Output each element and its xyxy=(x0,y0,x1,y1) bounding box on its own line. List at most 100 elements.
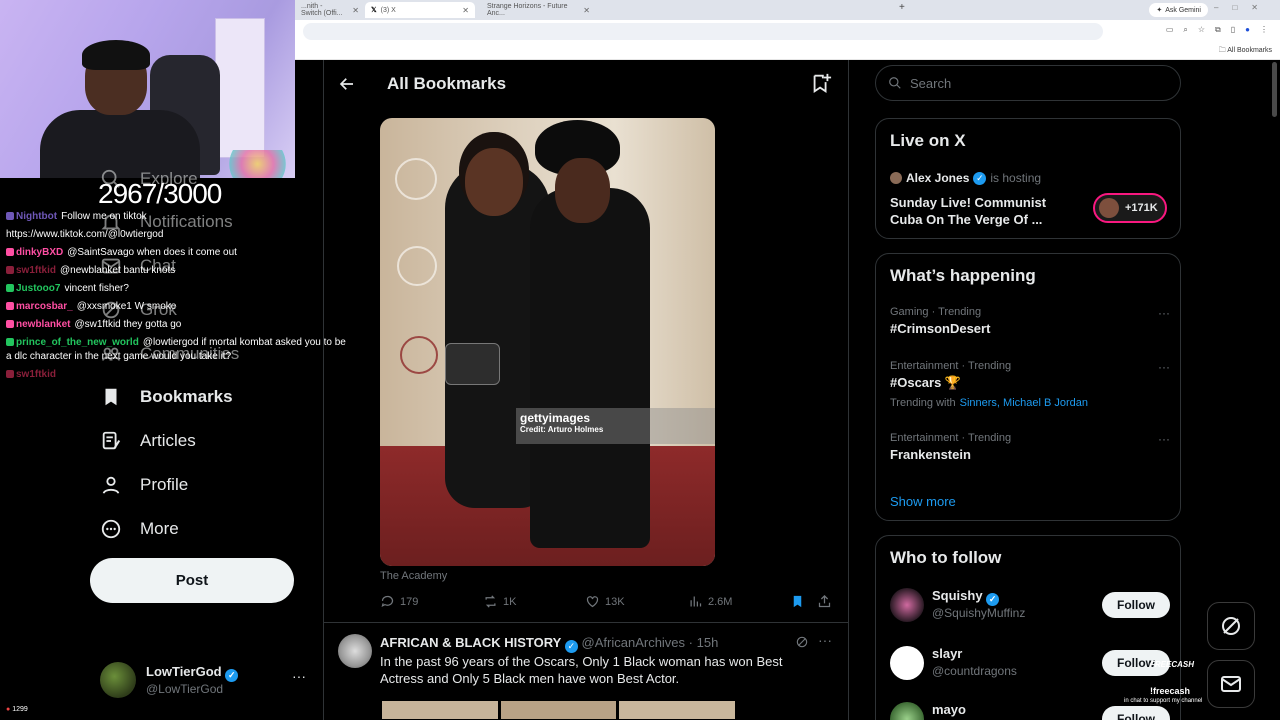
share-button[interactable] xyxy=(817,594,832,609)
tweet-timestamp[interactable]: · 15h xyxy=(689,635,719,650)
tweet-image-tile[interactable] xyxy=(381,700,499,720)
chat-message: dinkyBXD @SaintSavago when does it come o… xyxy=(6,244,351,262)
space-title[interactable]: Sunday Live! Communist Cuba On The Verge… xyxy=(890,194,1070,228)
bookmarks-bar: 🗀 All Bookmarks xyxy=(295,43,1280,60)
follow-suggestion[interactable]: slayr @countdragons Follow xyxy=(890,646,1170,686)
ask-gemini-label: Ask Gemini xyxy=(1165,6,1201,14)
trend-meta: Entertainment · Trending xyxy=(890,432,1012,444)
close-icon[interactable]: ✕ xyxy=(583,6,590,15)
trend-topic: #CrimsonDesert xyxy=(890,321,991,336)
menu-icon[interactable]: ⋮ xyxy=(1260,25,1268,35)
sparkle-icon: ✦ xyxy=(1156,7,1163,14)
follow-suggestion[interactable]: mayo Follow xyxy=(890,702,1170,720)
grok-icon xyxy=(1222,617,1240,635)
photo-credit: Credit: Arturo Holmes xyxy=(520,425,604,434)
webcam-streamer-hair xyxy=(82,40,150,70)
address-bar-row: ▭ ⌕ ☆ ⧉ ▯ ● ⋮ xyxy=(295,20,1280,43)
follow-suggestion[interactable]: Squishy ✓ @SquishyMuffinz Follow xyxy=(890,588,1170,628)
close-icon[interactable]: ✕ xyxy=(462,6,469,15)
nav-more[interactable]: More xyxy=(100,518,179,540)
post-button[interactable]: Post xyxy=(90,558,294,603)
views-button[interactable]: 2.6M xyxy=(688,594,732,609)
more-dots-icon[interactable]: ··· xyxy=(292,668,306,684)
grok-fab[interactable] xyxy=(1207,602,1255,650)
grok-explain-icon[interactable] xyxy=(795,635,809,649)
zoom-icon[interactable]: ⌕ xyxy=(1183,25,1187,35)
all-bookmarks-label: All Bookmarks xyxy=(1227,47,1272,54)
page-scrollbar[interactable] xyxy=(1272,62,1277,117)
nav-articles[interactable]: Articles xyxy=(100,430,196,452)
new-tab-button[interactable]: + xyxy=(899,2,905,13)
tweet-author-handle[interactable]: @AfricanArchives xyxy=(582,635,686,650)
hosting-label: is hosting xyxy=(990,171,1042,185)
who-to-follow-card: Who to follow Squishy ✓ @SquishyMuffinz … xyxy=(875,535,1181,720)
cast-icon[interactable]: ▭ xyxy=(1166,25,1174,35)
bookmark-button[interactable] xyxy=(790,594,805,609)
browser-tab[interactable]: Strange Horizons - Future Anc... ✕ xyxy=(481,2,596,18)
viewer-dot-icon: ● xyxy=(6,706,11,713)
page-title: All Bookmarks xyxy=(387,74,507,93)
more-dots-icon[interactable]: ··· xyxy=(1158,360,1170,374)
mail-icon xyxy=(1221,676,1241,692)
viewer-count-value: 1299 xyxy=(12,706,28,713)
nav-profile-label: Profile xyxy=(140,475,189,494)
close-icon[interactable]: ✕ xyxy=(352,6,359,15)
extensions-icon[interactable]: ⧉ xyxy=(1215,25,1221,35)
browser-tab-active[interactable]: 𝕏 (3) X ✕ xyxy=(365,2,475,18)
back-arrow-icon[interactable] xyxy=(338,75,356,93)
who-to-follow-title: Who to follow xyxy=(890,548,1002,567)
trend-item[interactable]: Entertainment · Trending #Oscars 🏆 Trend… xyxy=(890,360,1170,409)
show-more-link[interactable]: Show more xyxy=(890,494,956,509)
nav-bookmarks-label: Bookmarks xyxy=(140,387,233,406)
star-icon[interactable]: ☆ xyxy=(1198,25,1205,35)
watermark-text: gettyimages xyxy=(520,411,591,425)
more-dots-icon[interactable]: ··· xyxy=(1158,432,1170,446)
tweet-image-tile[interactable] xyxy=(618,700,736,720)
trending-with-links[interactable]: Sinners, Michael B Jordan xyxy=(960,397,1088,409)
chat-badge-icon xyxy=(6,320,14,328)
repost-button[interactable]: 1K xyxy=(483,594,516,609)
verified-badge-icon: ✓ xyxy=(986,593,1000,606)
chat-badge-icon xyxy=(6,302,14,310)
profile-avatar-icon[interactable]: ● xyxy=(1245,25,1250,35)
chat-text: @newblanket bantu knots xyxy=(60,265,176,276)
nav-profile[interactable]: Profile xyxy=(100,474,188,496)
reply-count: 179 xyxy=(400,595,419,608)
bookmark-add-icon[interactable] xyxy=(810,72,832,94)
messages-fab[interactable] xyxy=(1207,660,1255,708)
window-controls[interactable]: –□✕ xyxy=(1214,3,1272,12)
chat-text: Follow me on tiktok xyxy=(61,211,147,222)
reply-button[interactable]: 179 xyxy=(380,594,418,609)
trend-item[interactable]: Entertainment · Trending Frankenstein ··… xyxy=(890,432,1170,462)
account-switcher[interactable]: LowTierGod ✓ @LowTierGod ··· xyxy=(100,660,310,700)
follow-button[interactable]: Follow xyxy=(1102,592,1170,618)
account-handle: @LowTierGod xyxy=(146,682,224,696)
tweet-header: AFRICAN & BLACK HISTORY ✓ @AfricanArchiv… xyxy=(380,635,718,653)
browser-tab[interactable]: ...nith - Switch (Offi... ✕ xyxy=(295,2,365,18)
more-dots-icon[interactable]: ··· xyxy=(1158,306,1170,320)
account-name: LowTierGod ✓ xyxy=(146,664,239,682)
avatar[interactable] xyxy=(338,634,372,668)
live-listeners-pill[interactable]: +171K xyxy=(1093,193,1167,223)
ask-gemini-button[interactable]: ✦ Ask Gemini xyxy=(1149,3,1208,17)
sidepanel-icon[interactable]: ▯ xyxy=(1231,25,1235,35)
tweet-image-tile[interactable] xyxy=(500,700,617,720)
live-host[interactable]: Alex Jones ✓ is hosting xyxy=(890,171,1041,185)
tweet-photo[interactable]: gettyimages Credit: Arturo Holmes xyxy=(380,118,715,566)
chat-username: dinkyBXD xyxy=(16,247,64,258)
like-button[interactable]: 13K xyxy=(585,594,625,609)
suggestion-handle: @countdragons xyxy=(932,664,1017,678)
suggestion-name: Squishy ✓ xyxy=(932,588,1000,606)
all-bookmarks-folder[interactable]: 🗀 All Bookmarks xyxy=(1219,46,1272,57)
more-dots-icon[interactable]: ··· xyxy=(818,632,832,648)
trend-item[interactable]: Gaming · Trending #CrimsonDesert ··· xyxy=(890,306,1170,336)
omnibox[interactable] xyxy=(303,23,1103,40)
tweet-author-name[interactable]: AFRICAN & BLACK HISTORY xyxy=(380,635,561,650)
photo-backdrop-ring xyxy=(395,158,437,200)
follow-button[interactable]: Follow xyxy=(1102,706,1170,720)
articles-icon xyxy=(102,431,121,450)
chat-badge-icon xyxy=(6,248,14,256)
listener-count: +171K xyxy=(1125,202,1158,214)
search-input[interactable]: Search xyxy=(875,65,1181,101)
nav-bookmarks[interactable]: Bookmarks xyxy=(100,386,233,408)
